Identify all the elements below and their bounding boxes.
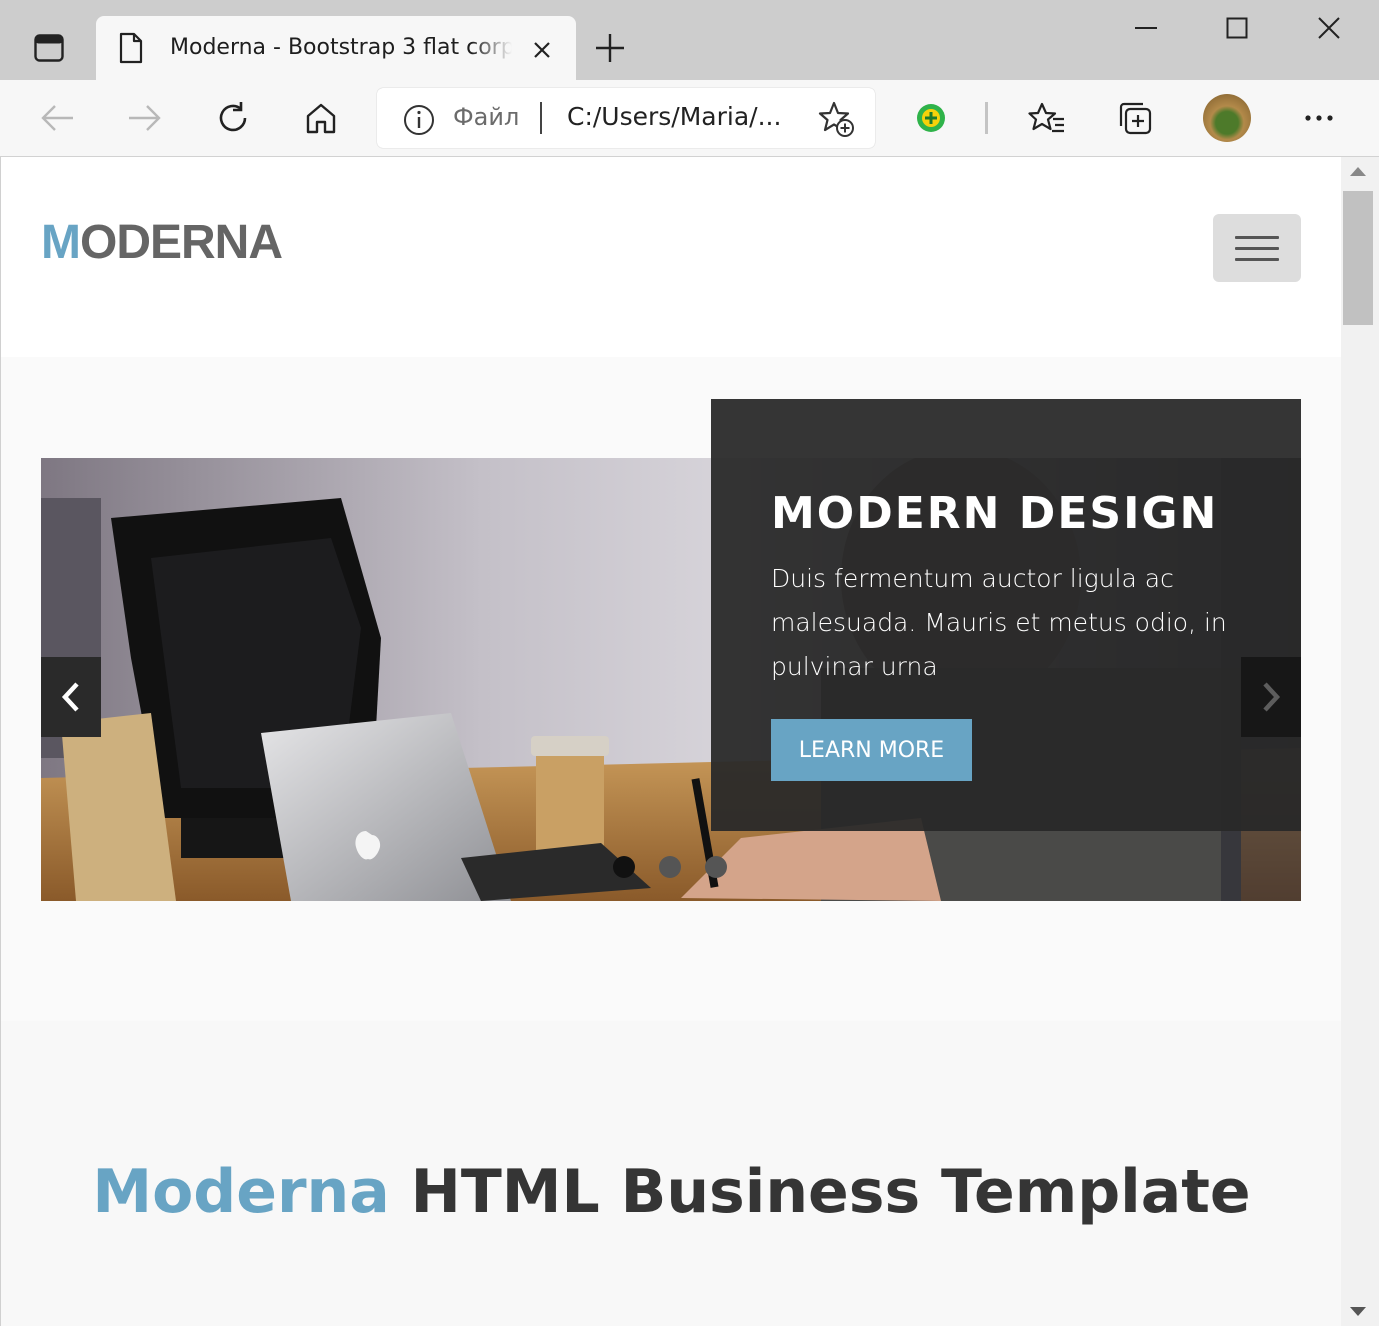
url-text[interactable]: C:/Users/Maria/... bbox=[567, 102, 781, 132]
slider-dot[interactable] bbox=[659, 856, 681, 878]
slide-caption: MODERN DESIGN Duis fermentum auctor ligu… bbox=[711, 399, 1301, 831]
slide-text: Duis fermentum auctor ligula ac malesuad… bbox=[771, 564, 1227, 681]
slider-dot[interactable] bbox=[705, 856, 727, 878]
intro-title-rest: HTML Business Template bbox=[410, 1157, 1251, 1227]
address-bar[interactable]: Файл C:/Users/Maria/... bbox=[377, 88, 875, 148]
page-icon bbox=[118, 32, 144, 68]
hamburger-line bbox=[1235, 246, 1279, 250]
vertical-scrollbar[interactable] bbox=[1341, 157, 1379, 1326]
page-viewport: MODERNA MODERN DESIGN Duis fermentum auc… bbox=[0, 157, 1341, 1326]
browser-toolbar: Файл C:/Users/Maria/... bbox=[0, 80, 1379, 157]
favorites-icon[interactable] bbox=[1025, 96, 1069, 140]
minimize-icon[interactable] bbox=[1124, 8, 1168, 48]
forward-arrow-icon[interactable] bbox=[123, 96, 167, 140]
home-icon[interactable] bbox=[299, 96, 343, 140]
profile-avatar[interactable] bbox=[1203, 94, 1251, 142]
menu-toggle-button[interactable] bbox=[1213, 214, 1301, 282]
slide-title: MODERN DESIGN bbox=[771, 488, 1219, 539]
back-arrow-icon[interactable] bbox=[35, 96, 79, 140]
tab-actions-icon[interactable] bbox=[20, 26, 78, 70]
slider-dot[interactable] bbox=[613, 856, 635, 878]
site-logo[interactable]: MODERNA bbox=[41, 215, 283, 271]
close-tab-icon[interactable] bbox=[528, 36, 556, 64]
more-icon[interactable] bbox=[1297, 96, 1341, 140]
hamburger-line bbox=[1235, 235, 1279, 239]
tab-title: Moderna - Bootstrap 3 flat corporate tem… bbox=[170, 35, 512, 60]
tab-bar: Moderna - Bootstrap 3 flat corporate tem… bbox=[0, 0, 1379, 80]
scheme-label: Файл bbox=[453, 103, 520, 131]
intro-section: Moderna HTML Business Template bbox=[1, 1021, 1341, 1326]
new-tab-plus-icon[interactable] bbox=[590, 28, 630, 68]
collections-icon[interactable] bbox=[1113, 96, 1157, 140]
slider-next-button[interactable] bbox=[1241, 657, 1301, 737]
intro-title: Moderna HTML Business Template bbox=[1, 1154, 1341, 1230]
chevron-right-icon bbox=[1263, 682, 1281, 712]
intro-title-accent: Moderna bbox=[92, 1157, 390, 1227]
slider-section: MODERN DESIGN Duis fermentum auctor ligu… bbox=[1, 357, 1341, 1021]
scroll-thumb[interactable] bbox=[1343, 191, 1373, 325]
star-plus-icon[interactable] bbox=[817, 100, 855, 142]
logo-accent: M bbox=[41, 216, 81, 269]
toolbar-divider bbox=[985, 102, 988, 134]
extension-icon[interactable] bbox=[909, 96, 953, 140]
chevron-left-icon bbox=[61, 682, 79, 712]
slider-prev-button[interactable] bbox=[41, 657, 101, 737]
close-window-icon[interactable] bbox=[1307, 8, 1351, 48]
active-tab[interactable]: Moderna - Bootstrap 3 flat corporate tem… bbox=[96, 16, 576, 80]
address-separator bbox=[540, 102, 542, 134]
info-icon[interactable] bbox=[403, 104, 435, 140]
slider-dots bbox=[613, 856, 727, 878]
logo-rest: ODERNA bbox=[79, 216, 283, 269]
hamburger-line bbox=[1235, 257, 1279, 261]
refresh-icon[interactable] bbox=[211, 96, 255, 140]
maximize-icon[interactable] bbox=[1215, 8, 1259, 48]
scroll-up-arrow-icon[interactable] bbox=[1350, 167, 1366, 176]
scroll-down-arrow-icon[interactable] bbox=[1350, 1307, 1366, 1316]
site-header: MODERNA bbox=[1, 157, 1341, 357]
learn-more-button[interactable]: LEARN MORE bbox=[771, 719, 972, 781]
